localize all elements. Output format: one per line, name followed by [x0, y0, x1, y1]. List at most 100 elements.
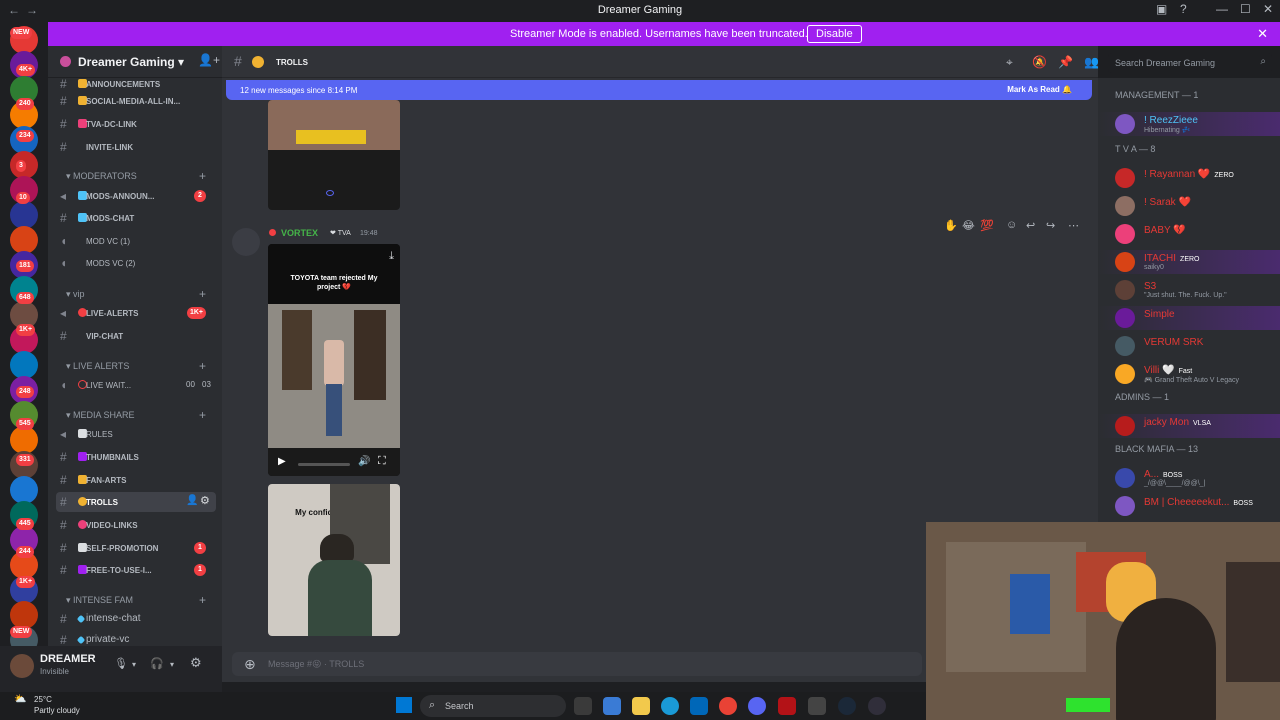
minimize-icon[interactable]: — [1216, 2, 1228, 16]
category-media-share[interactable]: ▾ MEDIA SHARE + [56, 407, 216, 423]
new-messages-bar[interactable]: 12 new messages since 8:14 PM Mark As Re… [226, 80, 1092, 100]
member-item[interactable]: ! Sarak ❤️ [1098, 194, 1280, 218]
category-vip[interactable]: ▾ vip + [56, 286, 216, 302]
create-invite-icon[interactable]: 👤 [186, 495, 198, 506]
gear-icon[interactable]: ⚙ [200, 494, 210, 507]
maximize-icon[interactable]: ☐ [1240, 2, 1251, 16]
member-item[interactable]: jacky Mon VLSA [1098, 414, 1280, 438]
disable-button[interactable]: Disable [807, 25, 862, 43]
channel-trolls[interactable]: # TROLLS 👤 ⚙ [56, 492, 216, 512]
weather-widget[interactable]: 25°C Partly cloudy [34, 694, 80, 716]
video-attachment[interactable]: TOYOTA team rejected My project 💔 ⤓ ▶ 🔊 … [268, 244, 400, 476]
inbox-icon[interactable]: ▣ [1156, 2, 1167, 16]
channel-mod-vc[interactable]: ◖ MOD VC (1) [56, 231, 216, 251]
message-input[interactable]: ⊕ Message #😝 · TROLLS [232, 652, 922, 676]
channel-mods-chat[interactable]: # MODS-CHAT [56, 208, 216, 228]
reaction-emoji-icon[interactable]: ✋ [944, 219, 958, 232]
microphone-icon[interactable]: 🎙 [114, 657, 128, 670]
member-item[interactable]: S3 "Just shut. The. Fuck. Up." [1098, 278, 1280, 302]
acrobat-icon[interactable] [778, 697, 796, 715]
reaction-emoji-icon[interactable]: 😂 [962, 219, 975, 232]
add-reaction-icon[interactable]: ☺ [1006, 219, 1017, 231]
store-icon[interactable] [690, 697, 708, 715]
channel-thumbnails[interactable]: # THUMBNAILS [56, 447, 216, 467]
copilot-icon[interactable] [603, 697, 621, 715]
task-view-icon[interactable] [574, 697, 592, 715]
obs-icon[interactable] [868, 697, 886, 715]
message-author[interactable]: VORTEX [281, 228, 318, 238]
add-channel-icon[interactable]: + [199, 408, 206, 422]
notification-bell-icon[interactable]: 🔕 [1032, 55, 1047, 69]
search-input[interactable]: Search Dreamer Gaming ⌕ [1108, 53, 1272, 73]
add-attachment-icon[interactable]: ⊕ [244, 656, 256, 673]
add-member-icon[interactable]: 👤+ [198, 53, 220, 67]
image-attachment[interactable]: My confident level😅 [268, 484, 400, 636]
channel-fan-arts[interactable]: # FAN-ARTS [56, 470, 216, 490]
member-item[interactable]: BM | Cheeeeekut... BOSS [1098, 494, 1280, 518]
member-item[interactable]: ITACHI ZERO saiky0 [1098, 250, 1280, 274]
reaction-emoji-icon[interactable]: 💯 [980, 219, 994, 232]
forward-icon[interactable]: ↪ [1046, 219, 1055, 232]
member-item[interactable]: ! Rayannan ❤️ ZERO [1098, 166, 1280, 190]
chevron-down-icon[interactable]: ▾ [132, 660, 136, 669]
channel-invite-link[interactable]: # INVITE-LINK [56, 137, 216, 157]
member-item[interactable]: Villi 🤍 Fast 🎮 Grand Theft Auto V Legacy [1098, 362, 1280, 386]
video-progress-bar[interactable] [298, 463, 350, 466]
channel-mods-vc[interactable]: ◖ MODS VC (2) [56, 253, 216, 273]
member-item[interactable]: VERUM SRK [1098, 334, 1280, 358]
taskbar-search[interactable]: ⌕ Search [420, 695, 566, 717]
member-item[interactable]: A... BOSS _/@@\____/@@\_| [1098, 466, 1280, 490]
file-explorer-icon[interactable] [632, 697, 650, 715]
reply-icon[interactable]: ↩ [1026, 219, 1035, 232]
member-item[interactable]: BABY 💔 [1098, 222, 1280, 246]
channel-self-promotion[interactable]: # SELF-PROMOTION 1 [56, 538, 216, 558]
server-icon[interactable] [10, 226, 38, 254]
channel-social-media[interactable]: # SOCIAL-MEDIA-ALL-IN... [56, 91, 216, 111]
gear-icon[interactable]: ⚙ [190, 655, 202, 671]
chevron-down-icon[interactable]: ▾ [170, 660, 174, 669]
add-channel-icon[interactable]: + [199, 287, 206, 301]
server-icon[interactable] [10, 201, 38, 229]
server-icon[interactable] [10, 426, 38, 454]
channel-free-to-use[interactable]: # FREE-TO-USE-I... 1 [56, 560, 216, 580]
headset-icon[interactable]: 🎧 [150, 657, 164, 670]
add-channel-icon[interactable]: + [199, 593, 206, 607]
chrome-icon[interactable] [719, 697, 737, 715]
steam-icon[interactable] [838, 697, 856, 715]
member-list-icon[interactable]: 👥 [1084, 55, 1099, 69]
channel-live-alerts[interactable]: ◂ LIVE-ALERTS 1K+ [56, 303, 216, 323]
avatar[interactable] [232, 228, 260, 256]
member-item[interactable]: Simple [1098, 306, 1280, 330]
play-icon[interactable]: ▶ [278, 456, 286, 467]
channel-tva-dc-link[interactable]: # TVA-DC-LINK [56, 114, 216, 134]
add-channel-icon[interactable]: + [199, 169, 206, 183]
video-attachment-previous[interactable] [268, 100, 400, 210]
category-moderators[interactable]: ▾ MODERATORS + [56, 168, 216, 184]
channel-private-vc[interactable]: # private-vc [56, 630, 216, 646]
channel-live-waiting[interactable]: ◖ LIVE WAIT... 00 03 [56, 375, 216, 395]
edge-icon[interactable] [661, 697, 679, 715]
server-icon[interactable] [10, 601, 38, 629]
window-close-icon[interactable]: ✕ [1263, 2, 1273, 16]
capcut-icon[interactable] [808, 697, 826, 715]
category-intense-fam[interactable]: ▾ INTENSE FAM + [56, 592, 216, 608]
channel-vip-chat[interactable]: # VIP-CHAT [56, 326, 216, 346]
help-icon[interactable]: ? [1180, 2, 1187, 16]
member-item[interactable]: ! ReezZieee Hibernating 💤 [1098, 112, 1280, 136]
windows-start-icon[interactable] [396, 697, 412, 713]
more-icon[interactable]: ⋯ [1068, 219, 1079, 232]
download-icon[interactable]: ⤓ [389, 250, 394, 263]
mark-as-read-button[interactable]: Mark As Read 🔔 [1007, 85, 1072, 94]
banner-close-icon[interactable]: ✕ [1257, 26, 1268, 42]
server-icon[interactable] [10, 476, 38, 504]
add-channel-icon[interactable]: + [199, 359, 206, 373]
channel-video-links[interactable]: # VIDEO-LINKS [56, 515, 216, 535]
threads-icon[interactable]: ⌖ [1006, 55, 1013, 70]
pin-icon[interactable]: 📌 [1058, 55, 1073, 69]
discord-icon[interactable] [748, 697, 766, 715]
channel-mods-announcements[interactable]: ◂ MODS-ANNOUN... 2 [56, 186, 216, 206]
server-icon[interactable] [10, 351, 38, 379]
channel-intense-chat[interactable]: # intense-chat [56, 609, 216, 629]
category-live-alerts[interactable]: ▾ LIVE ALERTS + [56, 358, 216, 374]
channel-rules[interactable]: ◂ RULES [56, 424, 216, 444]
